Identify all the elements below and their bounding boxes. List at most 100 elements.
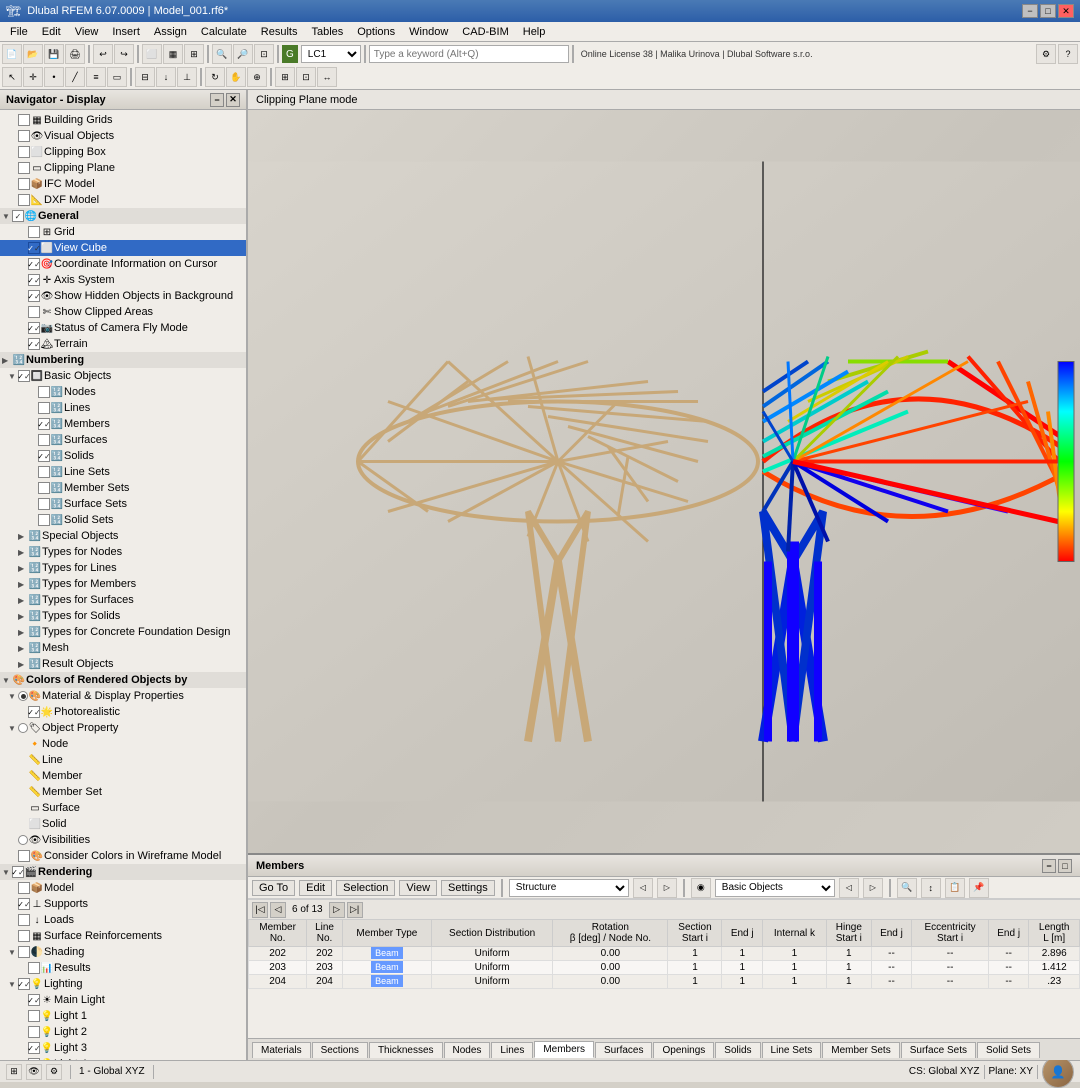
panel-controls[interactable]: − ✕: [210, 93, 240, 107]
chk-loads[interactable]: [18, 914, 30, 926]
nav-visibilities[interactable]: 👁 Visibilities: [0, 832, 246, 848]
pan-view[interactable]: ✋: [226, 67, 246, 87]
nav-ifc-model[interactable]: 📦 IFC Model: [0, 176, 246, 192]
chk-clipped[interactable]: [28, 306, 40, 318]
nav-coord-info[interactable]: ✓ 🎯 Coordinate Information on Cursor: [0, 256, 246, 272]
nav-general-section[interactable]: ▼ 🌐 General: [0, 208, 246, 224]
nav-types-lines[interactable]: ▶ 🔢 Types for Lines: [0, 560, 246, 576]
dim-button[interactable]: ↔: [317, 67, 337, 87]
nav-member-set-prop[interactable]: 📏 Member Set: [0, 784, 246, 800]
menu-insert[interactable]: Insert: [106, 24, 146, 40]
chk-main-light[interactable]: ✓: [28, 994, 40, 1006]
goto-button[interactable]: Go To: [252, 880, 295, 896]
nav-surfaces-p[interactable]: 🔢 Surfaces: [0, 432, 246, 448]
chk-line-sets[interactable]: [38, 466, 50, 478]
chk-lines[interactable]: [38, 402, 50, 414]
nav-axis-system[interactable]: ✓ ✛ Axis System: [0, 272, 246, 288]
nav-building-grids[interactable]: ▦ Building Grids: [0, 112, 246, 128]
chk-rendering[interactable]: ✓: [12, 866, 24, 878]
struct-prev[interactable]: ◁: [633, 878, 653, 898]
nav-show-hidden[interactable]: ✓ 👁 Show Hidden Objects in Background: [0, 288, 246, 304]
nav-next[interactable]: ▷: [329, 902, 345, 918]
nav-lighting[interactable]: ▼ ✓ 💡 Lighting: [0, 976, 246, 992]
chk-nodes[interactable]: [38, 386, 50, 398]
nav-member-prop[interactable]: 📏 Member: [0, 768, 246, 784]
nav-clipping-plane[interactable]: ▭ Clipping Plane: [0, 160, 246, 176]
chk-general[interactable]: [12, 210, 24, 222]
support-button[interactable]: ⊥: [177, 67, 197, 87]
nav-first[interactable]: |◁: [252, 902, 268, 918]
nav-special-objects[interactable]: ▶ 🔢 Special Objects: [0, 528, 246, 544]
members-panel-minimize[interactable]: −: [1042, 859, 1056, 873]
status-icon-3[interactable]: ⚙: [46, 1064, 62, 1080]
chk-camera[interactable]: ✓: [28, 322, 40, 334]
undo-button[interactable]: ↩: [93, 44, 113, 64]
nav-main-light[interactable]: ✓ ☀ Main Light: [0, 992, 246, 1008]
rotate-view[interactable]: ↻: [205, 67, 225, 87]
chk-building-grids[interactable]: [18, 114, 30, 126]
chk-basic[interactable]: ✓: [18, 370, 30, 382]
wireframe-button[interactable]: ⊞: [184, 44, 204, 64]
chk-view-cube[interactable]: ✓: [28, 242, 40, 254]
chk-hidden[interactable]: ✓: [28, 290, 40, 302]
filter-icon[interactable]: 🔍: [897, 878, 917, 898]
open-button[interactable]: 📂: [23, 44, 43, 64]
object-type-selector[interactable]: Basic Objects: [715, 879, 835, 897]
nav-members[interactable]: ✓ 🔢 Members: [0, 416, 246, 432]
chk-visual-objects[interactable]: [18, 130, 30, 142]
chk-photo[interactable]: ✓: [28, 706, 40, 718]
nav-prev[interactable]: ◁: [270, 902, 286, 918]
nav-consider-colors[interactable]: 🎨 Consider Colors in Wireframe Model: [0, 848, 246, 864]
zoom-all-button[interactable]: ⊡: [254, 44, 274, 64]
chk-ifc-model[interactable]: [18, 178, 30, 190]
load-button[interactable]: ↓: [156, 67, 176, 87]
members-panel-maximize[interactable]: □: [1058, 859, 1072, 873]
obj-prev[interactable]: ◁: [839, 878, 859, 898]
move-button[interactable]: ✛: [23, 67, 43, 87]
chk-dxf-model[interactable]: [18, 194, 30, 206]
chk-solids-p[interactable]: ✓: [38, 450, 50, 462]
nav-light-1[interactable]: 💡 Light 1: [0, 1008, 246, 1024]
tab-member-sets[interactable]: Member Sets: [822, 1042, 899, 1058]
nav-photorealistic[interactable]: ✓ 🌟 Photorealistic: [0, 704, 246, 720]
tab-surface-sets[interactable]: Surface Sets: [901, 1042, 976, 1058]
nav-types-solids[interactable]: ▶ 🔢 Types for Solids: [0, 608, 246, 624]
nav-types-surfaces[interactable]: ▶ 🔢 Types for Surfaces: [0, 592, 246, 608]
selection-button[interactable]: Selection: [336, 880, 395, 896]
chk-grid[interactable]: [28, 226, 40, 238]
menu-calculate[interactable]: Calculate: [195, 24, 253, 40]
nav-rendering[interactable]: ▼ ✓ 🎬 Rendering: [0, 864, 246, 880]
nav-shading[interactable]: ▼ 🌓 Shading: [0, 944, 246, 960]
chk-terrain[interactable]: ✓: [28, 338, 40, 350]
tab-lines[interactable]: Lines: [491, 1042, 533, 1058]
chk-light-1[interactable]: [28, 1010, 40, 1022]
radio-material[interactable]: [18, 691, 28, 701]
nav-grid[interactable]: ⊞ Grid: [0, 224, 246, 240]
radio-visibility[interactable]: [18, 835, 28, 845]
struct-next[interactable]: ▷: [657, 878, 677, 898]
menu-tables[interactable]: Tables: [305, 24, 349, 40]
nav-loads[interactable]: ↓ Loads: [0, 912, 246, 928]
tab-thicknesses[interactable]: Thicknesses: [369, 1042, 443, 1058]
nav-surface-reinf[interactable]: ▦ Surface Reinforcements: [0, 928, 246, 944]
new-button[interactable]: 📄: [2, 44, 22, 64]
chk-results-shading[interactable]: [28, 962, 40, 974]
title-bar-controls[interactable]: − □ ✕: [1022, 4, 1074, 18]
chk-clipping-box[interactable]: [18, 146, 30, 158]
tab-surfaces[interactable]: Surfaces: [595, 1042, 652, 1058]
zoom-in-button[interactable]: 🔍: [212, 44, 232, 64]
radio-object-prop[interactable]: [18, 723, 28, 733]
chk-clipping-plane[interactable]: [18, 162, 30, 174]
nav-line[interactable]: 📏 Line: [0, 752, 246, 768]
print-button[interactable]: 🖨: [65, 44, 85, 64]
basic-objects-icon-btn[interactable]: ◉: [691, 878, 711, 898]
nav-solid-sets[interactable]: 🔢 Solid Sets: [0, 512, 246, 528]
tab-openings[interactable]: Openings: [653, 1042, 714, 1058]
nav-solids-p[interactable]: ✓ 🔢 Solids: [0, 448, 246, 464]
nav-types-nodes[interactable]: ▶ 🔢 Types for Nodes: [0, 544, 246, 560]
node-button[interactable]: •: [44, 67, 64, 87]
status-icon-2[interactable]: 👁: [26, 1064, 42, 1080]
nav-results-shading[interactable]: 📊 Results: [0, 960, 246, 976]
nav-types-concrete[interactable]: ▶ 🔢 Types for Concrete Foundation Design: [0, 624, 246, 640]
tab-nodes[interactable]: Nodes: [444, 1042, 491, 1058]
